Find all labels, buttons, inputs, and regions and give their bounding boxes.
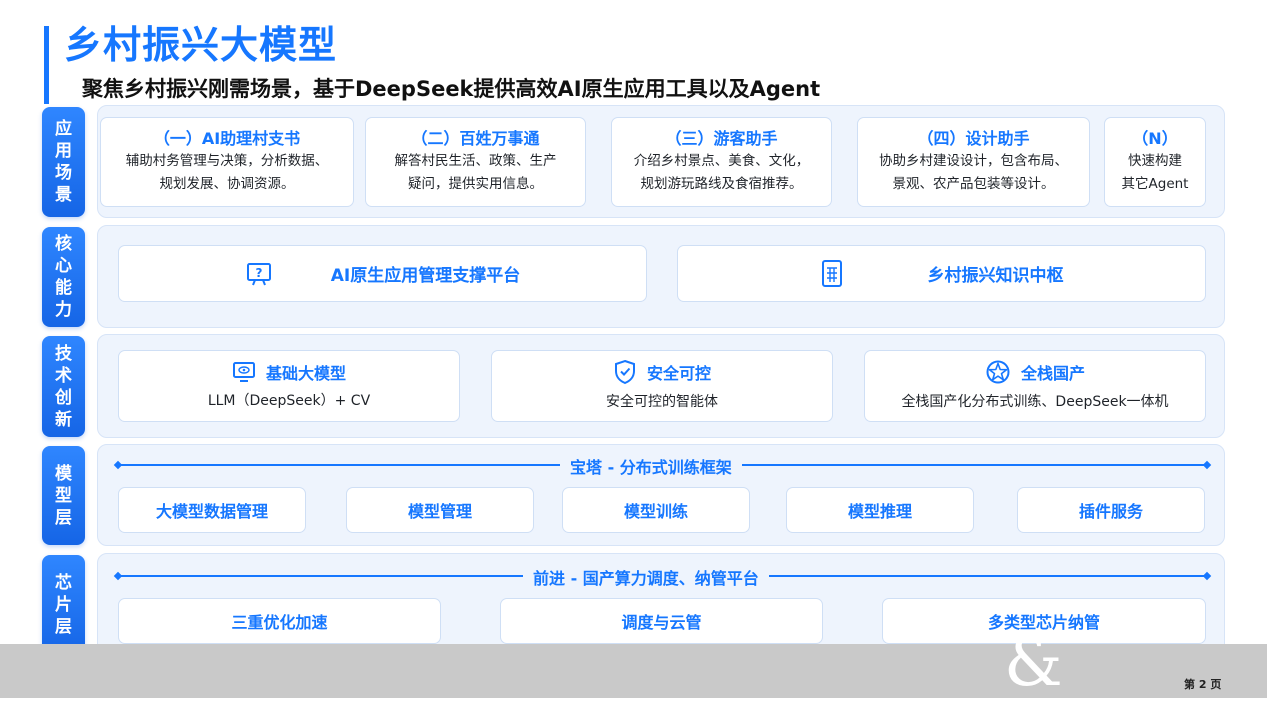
core-card-title: AI原生应用管理支撑平台 bbox=[330, 266, 521, 286]
model-item-label: 插件服务 bbox=[1078, 502, 1143, 521]
scene-card-tourist-assistant[interactable]: （三）游客助手 介绍乡村景点、美食、文化， 规划游玩路线及食宿推荐。 bbox=[611, 117, 832, 207]
model-item-model-management[interactable]: 模型管理 bbox=[346, 487, 534, 533]
row-label-tech: 技术创新 bbox=[42, 336, 85, 437]
tech-card-desc: 安全可控的智能体 bbox=[606, 393, 718, 410]
star-circle-icon bbox=[986, 360, 1010, 383]
framework-line-right-dot bbox=[1202, 460, 1212, 470]
model-item-model-inference[interactable]: 模型推理 bbox=[786, 487, 974, 533]
row-label-model: 模型层 bbox=[42, 446, 85, 545]
tech-card-foundation-model[interactable]: 基础大模型 LLM（DeepSeek）+ CV bbox=[118, 350, 460, 422]
model-item-label: 大模型数据管理 bbox=[155, 502, 268, 521]
scene-card-title: （三）游客助手 bbox=[665, 129, 778, 148]
model-item-label: 模型管理 bbox=[407, 502, 472, 521]
scene-card-desc: 规划发展、协调资源。 bbox=[159, 176, 295, 192]
core-panel: ? AI原生应用管理支撑平台 乡村振兴知识中枢 bbox=[97, 225, 1225, 328]
core-card-title: 乡村振兴知识中枢 bbox=[927, 266, 1064, 286]
row-label-chip: 芯片层 bbox=[42, 555, 85, 655]
title-accent-bar bbox=[44, 26, 49, 104]
scene-card-village-secretary[interactable]: （一）AI助理村支书 辅助村务管理与决策，分析数据、 规划发展、协调资源。 bbox=[100, 117, 354, 207]
scene-card-design-assistant[interactable]: （四）设计助手 协助乡村建设设计，包含布局、 景观、农产品包装等设计。 bbox=[857, 117, 1090, 207]
page-subtitle: 聚焦乡村振兴刚需场景，基于DeepSeek提供高效AI原生应用工具以及Agent bbox=[82, 77, 821, 101]
chip-framework-title: 前进 - 国产算力调度、纳管平台 bbox=[523, 565, 769, 589]
page-number: 第 2 页 bbox=[1184, 678, 1222, 691]
tech-card-secure-control[interactable]: 安全可控 安全可控的智能体 bbox=[491, 350, 833, 422]
scene-card-title: （四）设计助手 bbox=[917, 129, 1030, 148]
core-card-knowledge-hub[interactable]: 乡村振兴知识中枢 bbox=[677, 245, 1206, 302]
scene-card-desc: 其它Agent bbox=[1121, 176, 1189, 192]
svg-text:?: ? bbox=[255, 266, 262, 280]
tech-card-title: 基础大模型 bbox=[265, 363, 346, 383]
monitor-eye-icon bbox=[232, 361, 255, 382]
model-panel: 宝塔 - 分布式训练框架 大模型数据管理 模型管理 模型训练 模型推理 插件服务 bbox=[97, 444, 1225, 546]
tech-card-full-stack-domestic[interactable]: 全栈国产 全栈国产化分布式训练、DeepSeek一体机 bbox=[864, 350, 1206, 422]
scenes-panel: （一）AI助理村支书 辅助村务管理与决策，分析数据、 规划发展、协调资源。 （二… bbox=[97, 105, 1225, 218]
scene-card-desc: 辅助村务管理与决策，分析数据、 bbox=[125, 153, 329, 169]
scene-card-title: （一）AI助理村支书 bbox=[153, 129, 301, 148]
model-item-plugin-service[interactable]: 插件服务 bbox=[1017, 487, 1205, 533]
scene-card-desc: 疑问，提供实用信息。 bbox=[408, 176, 543, 192]
scene-card-desc: 介绍乡村景点、美食、文化， bbox=[633, 153, 810, 169]
scene-card-desc: 规划游玩路线及食宿推荐。 bbox=[640, 176, 803, 192]
model-item-label: 模型训练 bbox=[623, 502, 688, 521]
chip-item-triple-acceleration[interactable]: 三重优化加速 bbox=[118, 598, 441, 644]
watermark-logo: & bbox=[1004, 624, 1063, 701]
scene-card-more-agents[interactable]: （N） 快速构建 其它Agent bbox=[1104, 117, 1206, 207]
document-grid-icon bbox=[821, 259, 842, 287]
scene-card-desc: 解答村民生活、政策、生产 bbox=[394, 153, 557, 169]
tech-panel: 基础大模型 LLM（DeepSeek）+ CV 安全可控 安全可控的智能体 全栈… bbox=[97, 334, 1225, 438]
scene-card-desc: 景观、农产品包装等设计。 bbox=[892, 176, 1055, 192]
row-label-core: 核心能力 bbox=[42, 227, 85, 327]
help-screen-icon: ? bbox=[246, 262, 271, 285]
model-framework-title: 宝塔 - 分布式训练框架 bbox=[560, 454, 742, 478]
tech-card-title: 全栈国产 bbox=[1020, 363, 1085, 383]
scene-card-title: （二）百姓万事通 bbox=[411, 129, 540, 148]
model-item-label: 模型推理 bbox=[847, 502, 912, 521]
scene-card-villager-helper[interactable]: （二）百姓万事通 解答村民生活、政策、生产 疑问，提供实用信息。 bbox=[365, 117, 586, 207]
tech-card-desc: 全栈国产化分布式训练、DeepSeek一体机 bbox=[901, 393, 1169, 410]
chip-item-label: 三重优化加速 bbox=[231, 613, 328, 632]
core-card-app-platform[interactable]: ? AI原生应用管理支撑平台 bbox=[118, 245, 647, 302]
scene-card-desc: 协助乡村建设设计，包含布局、 bbox=[879, 153, 1068, 169]
row-label-scenes: 应用场景 bbox=[42, 107, 85, 217]
tech-card-desc: LLM（DeepSeek）+ CV bbox=[207, 392, 371, 409]
shield-check-icon bbox=[614, 359, 635, 384]
framework-line-right-dot bbox=[1202, 571, 1212, 581]
chip-item-scheduling-cloud[interactable]: 调度与云管 bbox=[500, 598, 823, 644]
scene-card-title: （N） bbox=[1132, 129, 1178, 148]
footer-band bbox=[0, 644, 1267, 698]
model-item-model-training[interactable]: 模型训练 bbox=[562, 487, 750, 533]
scene-card-desc: 快速构建 bbox=[1128, 153, 1182, 169]
tech-card-title: 安全可控 bbox=[646, 363, 711, 383]
page-title: 乡村振兴大模型 bbox=[64, 23, 338, 67]
chip-item-label: 调度与云管 bbox=[621, 613, 702, 632]
model-item-data-management[interactable]: 大模型数据管理 bbox=[118, 487, 306, 533]
